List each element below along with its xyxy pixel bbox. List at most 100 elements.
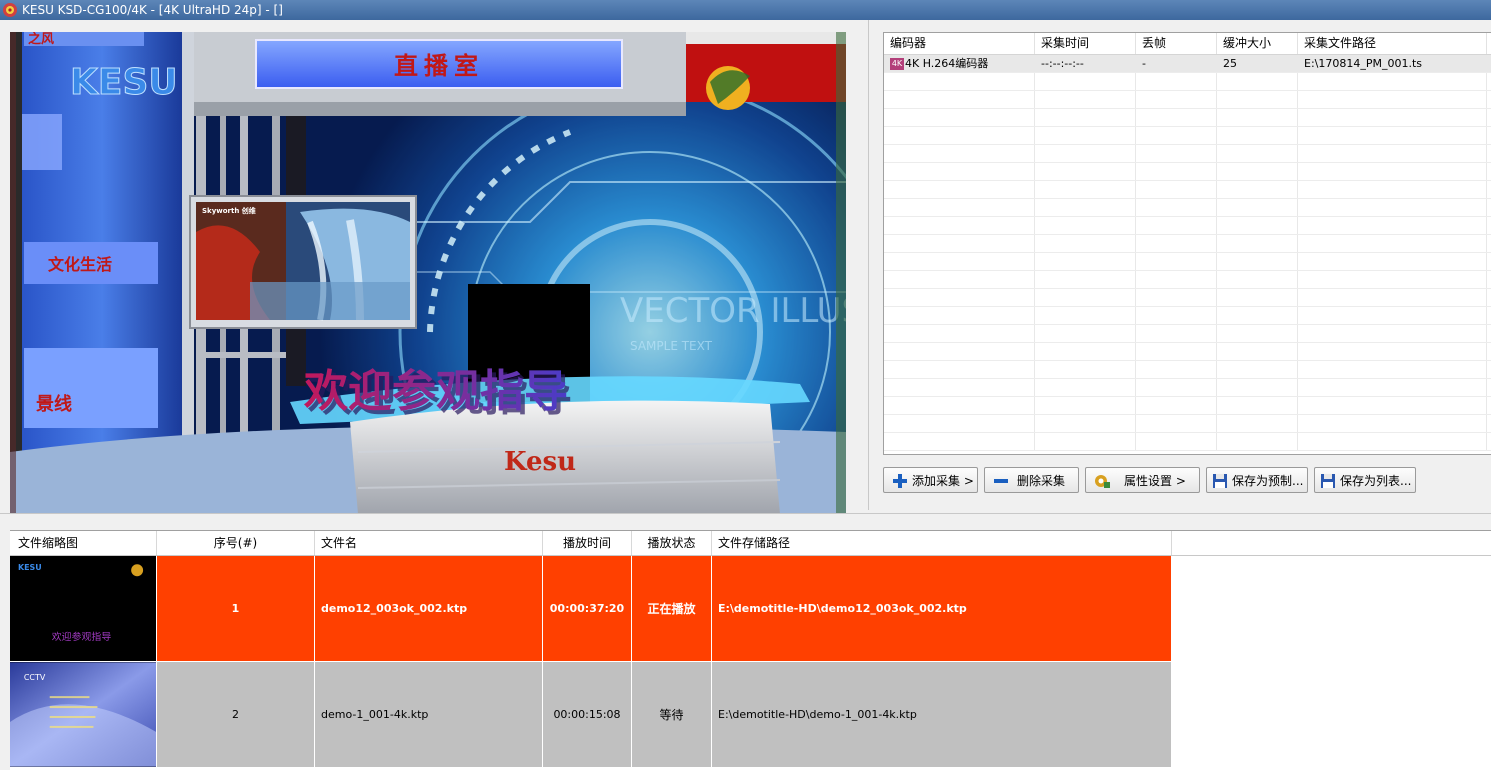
- empty-cell: [884, 433, 1035, 450]
- panel-splitter[interactable]: [0, 513, 1491, 514]
- empty-cell: [1035, 91, 1136, 108]
- empty-cell: [884, 415, 1035, 432]
- encoder-empty-row: [884, 73, 1491, 91]
- col-status[interactable]: 播放状态: [632, 531, 712, 555]
- empty-cell: [1035, 307, 1136, 324]
- empty-cell: [1217, 127, 1298, 144]
- empty-cell: [1136, 307, 1217, 324]
- empty-cell: [1035, 163, 1136, 180]
- encoder-empty-row: [884, 217, 1491, 235]
- playlist-table[interactable]: 文件缩略图 序号(#) 文件名 播放时间 播放状态 文件存储路径 KESU 欢迎…: [10, 530, 1491, 770]
- remove-capture-button[interactable]: 删除采集: [984, 467, 1079, 493]
- empty-cell: [1298, 217, 1487, 234]
- empty-cell: [1035, 289, 1136, 306]
- row-index: 1: [157, 556, 315, 661]
- empty-cell: [1298, 397, 1487, 414]
- empty-cell: [884, 163, 1035, 180]
- empty-cell: [1217, 253, 1298, 270]
- col-path[interactable]: 文件存储路径: [712, 531, 1172, 555]
- row-thumbnail: KESU 欢迎参观指导: [10, 556, 157, 661]
- empty-cell: [1298, 271, 1487, 288]
- encoder-empty-row: [884, 163, 1491, 181]
- empty-cell: [884, 397, 1035, 414]
- col-capture-path[interactable]: 采集文件路径: [1298, 33, 1487, 54]
- encoder-empty-row: [884, 433, 1491, 451]
- empty-cell: [1035, 325, 1136, 342]
- side-label-mid: 文化生活: [48, 255, 112, 274]
- encoder-empty-row: [884, 271, 1491, 289]
- playlist-header: 文件缩略图 序号(#) 文件名 播放时间 播放状态 文件存储路径: [10, 531, 1491, 556]
- encoder-path: E:\170814_PM_001.ts: [1298, 55, 1487, 72]
- encoder-empty-row: [884, 235, 1491, 253]
- empty-cell: [1136, 433, 1217, 450]
- empty-cell: [1217, 271, 1298, 288]
- empty-cell: [884, 127, 1035, 144]
- properties-button[interactable]: 属性设置 >: [1085, 467, 1200, 493]
- save-preset-button[interactable]: 保存为预制...: [1206, 467, 1308, 493]
- empty-cell: [1298, 163, 1487, 180]
- encoder-empty-row: [884, 109, 1491, 127]
- save-icon: [1321, 474, 1335, 488]
- empty-cell: [1136, 253, 1217, 270]
- empty-cell: [1136, 271, 1217, 288]
- encoder-empty-row: [884, 181, 1491, 199]
- empty-cell: [1217, 307, 1298, 324]
- playlist-row[interactable]: KESU 欢迎参观指导 1 demo12_003ok_002.ktp 00:00…: [10, 556, 1491, 662]
- col-encoder[interactable]: 编码器: [884, 33, 1035, 54]
- studio-sign-text: 直播室: [394, 51, 484, 80]
- save-list-button[interactable]: 保存为列表...: [1314, 467, 1416, 493]
- save-list-label: 保存为列表...: [1340, 474, 1412, 488]
- encoder-table[interactable]: 编码器 采集时间 丢帧 缓冲大小 采集文件路径 4K 4K H.264编码器 --…: [883, 32, 1491, 455]
- col-duration[interactable]: 播放时间: [543, 531, 632, 555]
- empty-cell: [1136, 127, 1217, 144]
- col-index[interactable]: 序号(#): [157, 531, 315, 555]
- encoder-empty-row: [884, 145, 1491, 163]
- monitor-brand: Skyworth 创维: [202, 206, 256, 215]
- empty-cell: [1217, 163, 1298, 180]
- col-thumbnail[interactable]: 文件缩略图: [10, 531, 157, 555]
- side-label-bottom: 景线: [36, 393, 72, 415]
- empty-cell: [1298, 199, 1487, 216]
- encoder-empty-row: [884, 307, 1491, 325]
- encoder-panel: 编码器 采集时间 丢帧 缓冲大小 采集文件路径 4K 4K H.264编码器 --…: [870, 20, 1491, 510]
- encoder-empty-row: [884, 127, 1491, 145]
- col-capture-time[interactable]: 采集时间: [1035, 33, 1136, 54]
- empty-cell: [1217, 397, 1298, 414]
- empty-cell: [884, 343, 1035, 360]
- add-capture-button[interactable]: 添加采集 >: [883, 467, 978, 493]
- properties-icon: [1095, 475, 1110, 488]
- empty-cell: [1035, 235, 1136, 252]
- encoder-table-header: 编码器 采集时间 丢帧 缓冲大小 采集文件路径: [884, 33, 1491, 55]
- video-preview[interactable]: VECTOR ILLUSTR SAMPLE TEXT 之风 KESU 文化生活 …: [10, 32, 846, 514]
- empty-cell: [1217, 73, 1298, 90]
- empty-cell: [1217, 433, 1298, 450]
- playlist-row[interactable]: CCTV 2 demo-1_001-4k.ktp 00:00:15:08 等待 …: [10, 662, 1491, 768]
- encoder-row[interactable]: 4K 4K H.264编码器 --:--:--:-- - 25 E:\170814…: [884, 55, 1491, 73]
- welcome-caption: 欢迎参观指导: [303, 366, 568, 417]
- empty-cell: [1217, 289, 1298, 306]
- empty-cell: [1298, 91, 1487, 108]
- empty-cell: [1217, 109, 1298, 126]
- col-dropped-frames[interactable]: 丢帧: [1136, 33, 1217, 54]
- empty-cell: [1217, 235, 1298, 252]
- row-duration: 00:00:15:08: [543, 662, 632, 767]
- col-buffer-size[interactable]: 缓冲大小: [1217, 33, 1298, 54]
- encoder-empty-row: [884, 91, 1491, 109]
- minus-icon: [994, 479, 1008, 483]
- col-filename[interactable]: 文件名: [315, 531, 543, 555]
- row-filename: demo12_003ok_002.ktp: [315, 556, 543, 661]
- empty-cell: [1136, 343, 1217, 360]
- empty-cell: [1136, 361, 1217, 378]
- window-title: KESU KSD-CG100/4K - [4K UltraHD 24p] - […: [22, 3, 283, 17]
- add-capture-label: 添加采集 >: [912, 474, 974, 488]
- empty-cell: [1298, 433, 1487, 450]
- empty-cell: [1136, 199, 1217, 216]
- encoder-empty-row: [884, 379, 1491, 397]
- empty-cell: [1136, 181, 1217, 198]
- bg-sample-text: SAMPLE TEXT: [630, 339, 713, 353]
- save-preset-label: 保存为预制...: [1232, 474, 1304, 488]
- plus-icon: [893, 474, 907, 488]
- properties-label: 属性设置 >: [1124, 474, 1186, 488]
- encoder-empty-rows: [884, 73, 1491, 451]
- empty-cell: [1217, 379, 1298, 396]
